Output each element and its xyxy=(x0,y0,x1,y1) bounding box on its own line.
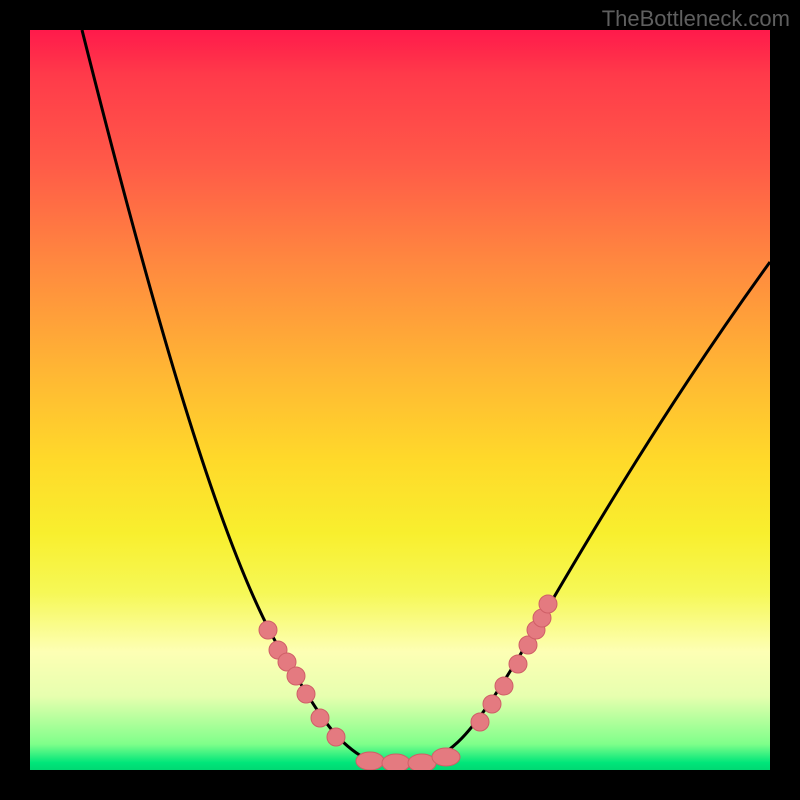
data-marker xyxy=(539,595,557,613)
data-marker-bottom xyxy=(356,752,384,770)
data-marker xyxy=(483,695,501,713)
chart-svg xyxy=(30,30,770,770)
data-marker xyxy=(471,713,489,731)
plot-area xyxy=(30,30,770,770)
data-marker-bottom xyxy=(382,754,410,770)
data-marker xyxy=(327,728,345,746)
data-marker xyxy=(259,621,277,639)
watermark-text: TheBottleneck.com xyxy=(602,6,790,32)
data-markers xyxy=(259,595,557,770)
bottleneck-curve xyxy=(82,30,770,764)
data-marker xyxy=(297,685,315,703)
data-marker xyxy=(311,709,329,727)
data-marker xyxy=(495,677,513,695)
data-marker xyxy=(287,667,305,685)
data-marker xyxy=(509,655,527,673)
chart-frame: TheBottleneck.com xyxy=(0,0,800,800)
data-marker-bottom xyxy=(432,748,460,766)
